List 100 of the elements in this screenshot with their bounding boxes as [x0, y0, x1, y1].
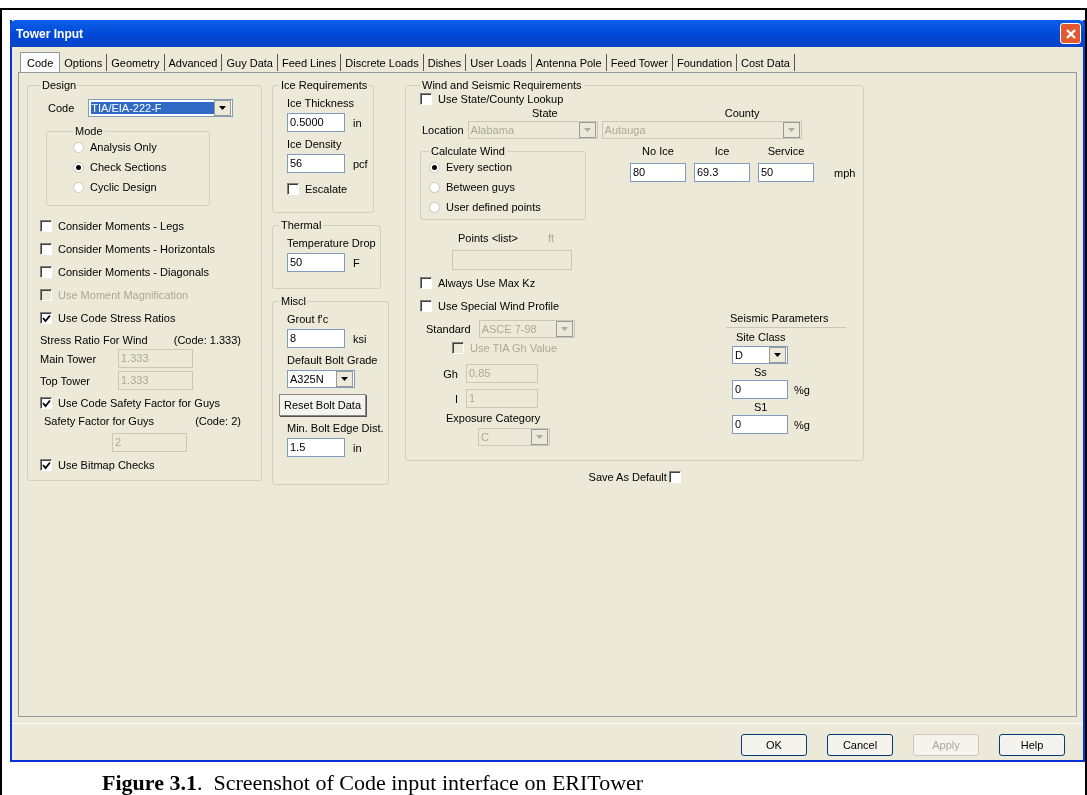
field-label: Ice Density [287, 138, 343, 150]
field-label: Gh [442, 367, 458, 380]
checkmark-icon [41, 313, 51, 323]
column-header: State [532, 107, 558, 119]
window-title: Tower Input [16, 26, 84, 41]
close-button[interactable] [1060, 23, 1081, 44]
field-label: Min. Bolt Edge Dist. [287, 422, 384, 434]
unit-label: %g [794, 383, 810, 396]
field-label: Standard [426, 323, 471, 335]
code-dropdown[interactable]: TIA/EIA-222-F [88, 99, 234, 117]
field-label: Location [422, 124, 464, 136]
group-title: Mode [74, 125, 104, 137]
field-label: Ice Thickness [287, 97, 356, 109]
bolt-grade-dropdown[interactable]: A325N [287, 370, 355, 388]
tab[interactable]: Feed Tower [606, 54, 673, 71]
tab[interactable]: Discrete Loads [341, 54, 424, 71]
caret-icon [560, 327, 568, 331]
figure-caption: Figure 3.1. Screenshot of Code input interface on ERITower [102, 770, 645, 795]
checkbox-option[interactable]: Consider Moments - Horizontals [40, 239, 255, 259]
group-title: Miscl [280, 295, 308, 307]
tab[interactable]: Geometry [107, 54, 165, 71]
column-header: Ice [714, 145, 730, 157]
radio-option[interactable]: Cyclic Design [73, 177, 203, 197]
checkbox-option[interactable]: Always Use Max Kz [420, 273, 616, 293]
checkbox-option[interactable]: Use State/County Lookup [420, 91, 856, 107]
field-label: Main Tower [40, 352, 98, 365]
group-title: Thermal [280, 219, 323, 231]
tab[interactable]: Advanced [164, 54, 223, 71]
unit-label: mph [834, 166, 856, 179]
radio-option[interactable]: Between guys [429, 177, 579, 197]
field-label: Temperature Drop [287, 237, 376, 249]
radio-option[interactable]: Analysis Only [73, 137, 203, 157]
input-field[interactable]: 80 [630, 163, 686, 182]
caret-icon [341, 377, 348, 381]
tab[interactable]: Guy Data [222, 54, 278, 71]
tab[interactable]: Code [20, 52, 61, 72]
checkmark-icon [41, 398, 51, 408]
input-field[interactable]: 1.5 [287, 438, 345, 457]
dialog-button[interactable]: OK [741, 734, 807, 756]
input-field[interactable]: 0 [732, 415, 788, 434]
unit-label: %g [794, 418, 810, 431]
checkbox-option[interactable]: Escalate [287, 179, 370, 199]
field-label: Safety Factor for Guys [44, 415, 155, 427]
checkbox-option[interactable]: Consider Moments - Legs [40, 216, 255, 236]
field-label: Points <list> [458, 232, 518, 244]
field-label: Code [48, 102, 75, 114]
field-label: I [453, 392, 458, 405]
input-field[interactable]: 50 [287, 253, 345, 272]
dialog-button[interactable]: Help [999, 734, 1065, 756]
group-title: Design [41, 79, 78, 91]
checkmark-icon [41, 460, 51, 470]
checkbox-option[interactable]: Use Special Wind Profile [420, 296, 616, 316]
caret-icon [219, 106, 227, 110]
site-class-dropdown[interactable]: D [732, 346, 788, 364]
caret-icon [583, 128, 591, 132]
unit-label: F [353, 256, 360, 269]
radio-option[interactable]: Check Sections [73, 157, 203, 177]
field-label: Exposure Category [446, 412, 542, 424]
group-title: Ice Requirements [280, 79, 369, 91]
code-note: (Code: 1.333) [173, 334, 241, 346]
checkbox-option[interactable]: Use Bitmap Checks [40, 455, 255, 475]
save-default-checkbox[interactable]: Save As Default [588, 467, 681, 487]
column-header: County [724, 107, 760, 119]
unit-label: ft [547, 232, 555, 244]
section-title: Seismic Parameters [726, 312, 846, 328]
column-header: No Ice [642, 145, 674, 157]
field-label: Stress Ratio For Wind [40, 334, 148, 346]
input-field[interactable]: 56 [287, 154, 345, 173]
field-label: Ss [754, 366, 767, 378]
reset-bolt-button[interactable]: Reset Bolt Data [279, 394, 367, 416]
caret-icon [787, 128, 795, 132]
group-title: Wind and Seismic Requirements [421, 79, 583, 91]
tab[interactable]: Cost Data [737, 54, 795, 71]
caret-icon [774, 353, 781, 357]
tab[interactable]: Options [60, 54, 108, 71]
field-label: Top Tower [40, 374, 91, 387]
field-label: Default Bolt Grade [287, 354, 379, 366]
unit-label: pcf [353, 157, 368, 170]
close-icon [1064, 27, 1077, 40]
checkbox-option[interactable]: Consider Moments - Diagonals [40, 262, 255, 282]
radio-option[interactable]: User defined points [429, 197, 579, 217]
input-field[interactable]: 69.3 [694, 163, 750, 182]
tab[interactable]: Dishes [423, 54, 467, 71]
tab[interactable]: Feed Lines [277, 54, 342, 71]
checkbox-option[interactable]: Use Code Stress Ratios [40, 308, 255, 328]
group-title: Calculate Wind [430, 145, 506, 157]
dialog-button[interactable]: Cancel [827, 734, 893, 756]
tab[interactable]: Antenna Pole [531, 54, 607, 71]
caret-icon [536, 435, 543, 439]
tab[interactable]: Foundation [672, 54, 737, 71]
field-label: Site Class [736, 331, 786, 343]
radio-option[interactable]: Every section [429, 157, 579, 177]
input-field[interactable]: 50 [758, 163, 814, 182]
input-field[interactable]: 0.5000 [287, 113, 345, 132]
input-field[interactable]: 8 [287, 329, 345, 348]
tab[interactable]: User Loads [466, 54, 532, 71]
input-field[interactable]: 0 [732, 380, 788, 399]
column-header: Service [767, 145, 805, 157]
field-label: S1 [754, 401, 768, 413]
code-note: (Code: 2) [195, 415, 241, 427]
